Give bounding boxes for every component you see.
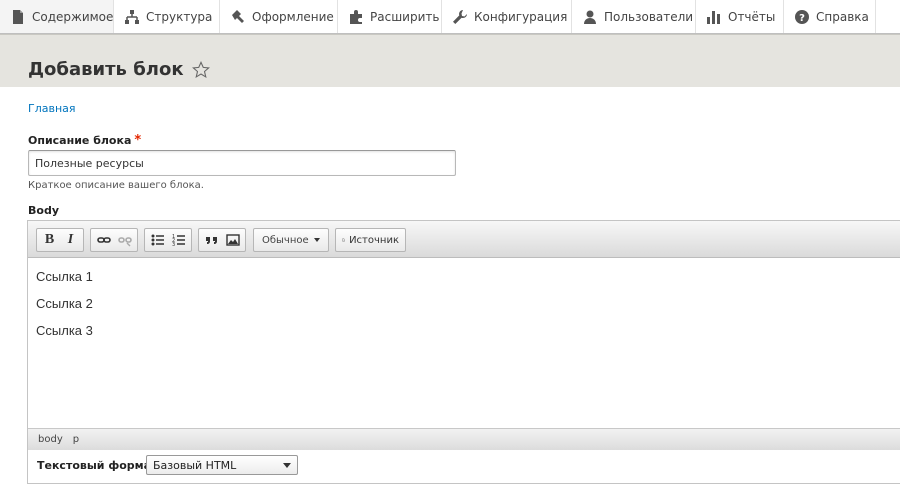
link-icon <box>96 237 111 243</box>
people-icon <box>584 10 596 24</box>
description-help: Краткое описание вашего блока. <box>28 180 204 191</box>
chevron-down-icon <box>314 238 320 242</box>
toolbar-item-people[interactable]: Пользователи <box>572 0 696 33</box>
image-icon <box>225 234 240 246</box>
toolbar-item-extend[interactable]: Расширить <box>338 0 442 33</box>
editor-toolbar: B I 123 Обычное Источник <box>28 221 900 258</box>
chevron-down-icon <box>283 462 291 468</box>
path-item-p[interactable]: p <box>73 434 79 445</box>
toolbar-label: Конфигурация <box>474 9 568 24</box>
source-label: Источник <box>349 234 399 246</box>
link-group <box>90 228 138 252</box>
svg-text:?: ? <box>799 13 805 24</box>
appearance-icon <box>232 9 244 23</box>
paragraph-format-value: Обычное <box>262 234 309 246</box>
path-item-body[interactable]: body <box>38 434 63 445</box>
admin-toolbar: Содержимое Структура Оформление Расширит… <box>0 0 900 34</box>
source-button[interactable]: Источник <box>335 228 406 252</box>
breadcrumb-home[interactable]: Главная <box>28 102 76 115</box>
bulleted-list-button[interactable] <box>147 230 168 250</box>
unlink-button[interactable] <box>114 230 135 250</box>
insert-group <box>198 228 246 252</box>
editor-element-path: body p <box>28 428 900 450</box>
blockquote-button[interactable] <box>201 230 222 250</box>
blockquote-icon <box>205 237 217 244</box>
help-icon: ? <box>795 9 809 24</box>
content-icon <box>13 9 23 24</box>
toolbar-label: Структура <box>146 9 213 24</box>
paragraph-format-dropdown[interactable]: Обычное <box>253 228 329 252</box>
unlink-icon <box>117 237 132 247</box>
text-format-row: Текстовый формат Базовый HTML <box>27 450 900 484</box>
toolbar-label: Содержимое <box>32 9 114 24</box>
list-group: 123 <box>144 228 192 252</box>
toolbar-item-reports[interactable]: Отчёты <box>696 0 784 33</box>
toolbar-label: Справка <box>816 9 869 24</box>
image-button[interactable] <box>222 230 243 250</box>
description-label-text: Описание блока <box>28 134 132 147</box>
text-format-value: Базовый HTML <box>153 458 237 472</box>
description-input[interactable] <box>28 150 456 176</box>
page-title: Добавить блок <box>28 59 184 80</box>
wrench-icon <box>453 9 467 24</box>
source-icon <box>342 238 345 242</box>
body-label: Body <box>28 204 59 217</box>
text-format-select[interactable]: Базовый HTML <box>146 455 298 475</box>
toolbar-label: Оформление <box>252 9 334 24</box>
svg-text:3: 3 <box>172 242 175 247</box>
toolbar-item-content[interactable]: Содержимое <box>0 0 114 33</box>
editor-content-area[interactable]: Ссылка 1 Ссылка 2 Ссылка 3 <box>28 258 900 428</box>
toolbar-label: Пользователи <box>604 9 694 24</box>
page-header: Добавить блок <box>0 34 900 87</box>
content-paragraph: Ссылка 3 <box>36 323 93 338</box>
content-paragraph: Ссылка 1 <box>36 269 93 284</box>
description-label: Описание блока * <box>28 133 141 148</box>
toolbar-item-help[interactable]: ? Справка <box>784 0 876 33</box>
numbered-list-button[interactable]: 123 <box>168 230 189 250</box>
toolbar-label: Отчёты <box>728 9 776 24</box>
body-editor: B I 123 Обычное Источник Ссылка 1 Ссылка… <box>27 220 900 450</box>
italic-button[interactable]: I <box>60 230 81 250</box>
reports-icon <box>707 10 720 24</box>
toolbar-item-structure[interactable]: Структура <box>114 0 220 33</box>
bold-button[interactable]: B <box>39 230 60 250</box>
basic-format-group: B I <box>36 228 84 252</box>
required-mark: * <box>134 133 142 148</box>
bulleted-list-icon <box>151 234 164 246</box>
structure-icon <box>125 9 139 24</box>
extend-icon <box>350 9 362 24</box>
link-button[interactable] <box>93 230 114 250</box>
toolbar-label: Расширить <box>370 9 440 24</box>
numbered-list-icon: 123 <box>172 234 185 247</box>
star-icon[interactable] <box>191 60 210 79</box>
text-format-label: Текстовый формат <box>37 459 158 472</box>
page-title-wrap: Добавить блок <box>28 59 210 80</box>
content-paragraph: Ссылка 2 <box>36 296 93 311</box>
toolbar-item-configuration[interactable]: Конфигурация <box>442 0 572 33</box>
toolbar-item-appearance[interactable]: Оформление <box>220 0 338 33</box>
